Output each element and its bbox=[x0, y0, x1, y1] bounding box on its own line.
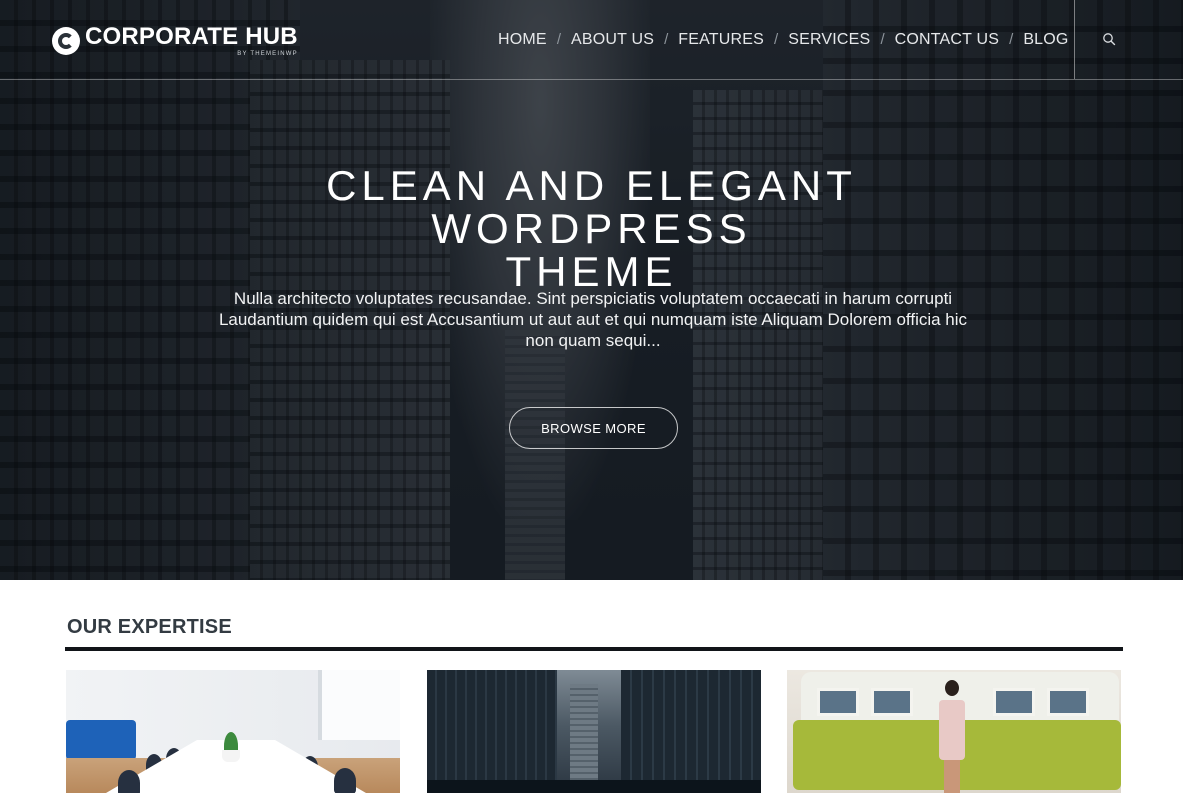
hero-description: Nulla architecto voluptates recusandae. … bbox=[195, 288, 991, 351]
expertise-card-city[interactable] bbox=[427, 670, 761, 793]
hero-banner: CLEAN AND ELEGANT WORDPRESS THEME Nulla … bbox=[0, 0, 1183, 580]
main-nav: HOME / ABOUT US / FEATURES / SERVICES / … bbox=[498, 0, 1069, 79]
hero-text-line-1: Nulla architecto voluptates recusandae. … bbox=[233, 289, 953, 308]
logo-subtitle: BY THEMEINWP bbox=[237, 51, 298, 57]
nav-item-home[interactable]: HOME bbox=[498, 31, 547, 49]
office-chair bbox=[118, 770, 140, 793]
expertise-card-office[interactable] bbox=[66, 670, 400, 793]
van-window bbox=[1047, 688, 1089, 716]
expertise-heading: OUR EXPERTISE bbox=[67, 616, 232, 638]
hero-title: CLEAN AND ELEGANT WORDPRESS THEME bbox=[160, 164, 1023, 293]
woman-figure bbox=[939, 680, 965, 793]
woman-dress bbox=[939, 700, 965, 760]
office-chair bbox=[334, 768, 356, 793]
site-logo[interactable]: CORPORATE HUB BY THEMEINWP bbox=[52, 25, 298, 57]
nav-separator: / bbox=[1009, 31, 1014, 48]
expertise-divider bbox=[65, 647, 1123, 651]
nav-separator: / bbox=[556, 31, 561, 48]
hero-text-line-3: non quam sequi... bbox=[525, 331, 661, 350]
city-tower bbox=[570, 684, 598, 780]
hero-text-line-2: Laudantium quidem qui est Accusantium ut… bbox=[218, 310, 968, 329]
logo-title: CORPORATE HUB bbox=[85, 23, 298, 50]
van-window bbox=[993, 688, 1035, 716]
nav-separator: / bbox=[774, 31, 779, 48]
browse-more-button[interactable]: BROWSE MORE bbox=[509, 407, 678, 449]
expertise-card-van[interactable] bbox=[787, 670, 1121, 793]
logo-c-icon bbox=[52, 27, 80, 55]
hero-title-line-1: CLEAN AND ELEGANT WORDPRESS bbox=[326, 162, 857, 252]
city-street bbox=[427, 780, 761, 793]
office-plant-pot bbox=[222, 750, 240, 762]
office-sofa bbox=[66, 720, 136, 760]
nav-separator: / bbox=[880, 31, 885, 48]
woman-head bbox=[945, 680, 959, 696]
site-header: CORPORATE HUB BY THEMEINWP HOME / ABOUT … bbox=[0, 0, 1183, 80]
logo-text: CORPORATE HUB BY THEMEINWP bbox=[85, 23, 298, 58]
search-icon[interactable] bbox=[1102, 32, 1116, 46]
city-building-right bbox=[621, 670, 761, 793]
nav-item-blog[interactable]: BLOG bbox=[1023, 31, 1068, 49]
office-window bbox=[318, 670, 400, 740]
nav-item-services[interactable]: SERVICES bbox=[788, 31, 870, 49]
van-window bbox=[817, 688, 859, 716]
nav-item-contact-us[interactable]: CONTACT US bbox=[895, 31, 1000, 49]
nav-item-features[interactable]: FEATURES bbox=[678, 31, 764, 49]
city-building-left bbox=[427, 670, 557, 793]
nav-item-about-us[interactable]: ABOUT US bbox=[571, 31, 654, 49]
nav-divider bbox=[1074, 0, 1075, 79]
nav-separator: / bbox=[664, 31, 669, 48]
van-window bbox=[871, 688, 913, 716]
woman-legs bbox=[944, 760, 960, 793]
